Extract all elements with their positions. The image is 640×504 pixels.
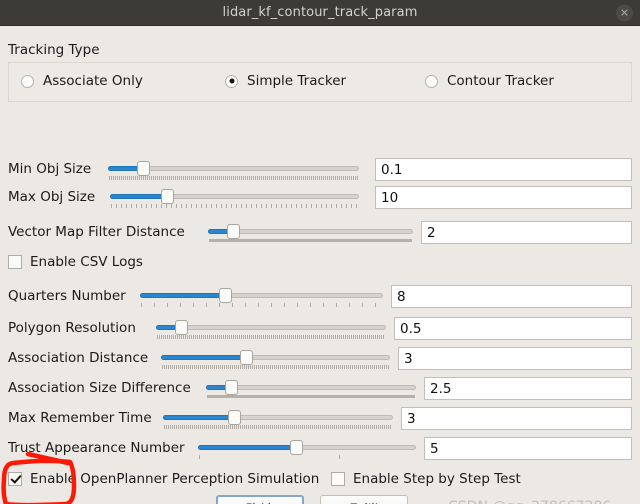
checkbox-icon	[8, 472, 22, 486]
slider-fill	[161, 355, 246, 360]
param-label: Max Remember Time	[8, 410, 152, 426]
slider-fill	[163, 415, 235, 420]
cancel-button[interactable]: 取消	[320, 495, 408, 504]
param-label: Trust Appearance Number	[8, 440, 185, 456]
param-slider[interactable]	[110, 185, 359, 209]
param-label: Association Size Difference	[8, 380, 191, 396]
param-row-polygon-resolution: Polygon Resolution 0.5	[8, 316, 632, 342]
param-value-field[interactable]: 3	[398, 347, 632, 370]
slider-ticks	[164, 425, 392, 429]
radio-label: Simple Tracker	[247, 73, 347, 89]
slider-handle[interactable]	[290, 440, 304, 455]
param-row-max-obj-size: Max Obj Size 10	[8, 185, 632, 211]
radio-icon	[225, 74, 238, 88]
radio-icon	[21, 74, 34, 88]
param-label: Association Distance	[8, 350, 149, 366]
slider-handle[interactable]	[239, 350, 253, 365]
slider-handle[interactable]	[226, 224, 240, 239]
tracking-type-group: Associate Only Simple Tracker Contour Tr…	[8, 62, 632, 102]
radio-simple-tracker[interactable]: Simple Tracker	[225, 73, 346, 89]
param-slider[interactable]	[163, 406, 393, 430]
slider-handle[interactable]	[161, 189, 175, 204]
slider-ticks	[209, 239, 412, 242]
confirm-button[interactable]: 确认	[216, 495, 304, 504]
close-icon[interactable]: ✕	[616, 4, 633, 21]
param-row-vector-map-filter-distance: Vector Map Filter Distance 2	[8, 220, 632, 246]
slider-ticks	[141, 303, 382, 307]
param-label: Vector Map Filter Distance	[8, 224, 185, 240]
param-label: Max Obj Size	[8, 189, 96, 205]
param-row-association-distance: Association Distance 3	[8, 346, 632, 372]
slider-handle[interactable]	[175, 320, 189, 335]
slider-fill	[140, 293, 226, 298]
param-row-max-remember-time: Max Remember Time 3	[8, 406, 632, 432]
slider-ticks	[162, 365, 389, 369]
param-value-field[interactable]: 0.1	[375, 158, 632, 181]
param-row-trust-appearance-number: Trust Appearance Number 5	[8, 436, 632, 462]
checkbox-enable-csv-logs[interactable]: Enable CSV Logs	[8, 254, 143, 270]
param-value-field[interactable]: 3	[401, 407, 632, 430]
param-slider[interactable]	[156, 316, 386, 340]
param-row-min-obj-size: Min Obj Size 0.1	[8, 157, 632, 183]
param-slider[interactable]	[161, 346, 390, 370]
radio-contour-tracker[interactable]: Contour Tracker	[425, 73, 554, 89]
param-row-quarters-number: Quarters Number 8	[8, 284, 632, 310]
slider-ticks	[111, 204, 358, 208]
watermark: CSDN @qq_278667286	[448, 499, 611, 504]
checkbox-enable-step-by-step-test[interactable]: Enable Step by Step Test	[331, 471, 521, 487]
slider-groove	[156, 325, 386, 330]
slider-ticks	[109, 176, 358, 180]
dialog-body: Tracking Type Associate Only Simple Trac…	[0, 26, 640, 504]
checkbox-label: Enable OpenPlanner Perception Simulation	[30, 471, 320, 487]
param-value-field[interactable]: 2.5	[424, 377, 632, 400]
slider-handle[interactable]	[225, 380, 239, 395]
checkbox-icon	[331, 472, 345, 486]
checkbox-enable-openplanner-perception-simulation[interactable]: Enable OpenPlanner Perception Simulation	[8, 471, 319, 487]
radio-associate-only[interactable]: Associate Only	[21, 73, 143, 89]
param-slider[interactable]	[208, 220, 413, 244]
param-label: Polygon Resolution	[8, 320, 136, 336]
param-value-field[interactable]: 2	[421, 221, 632, 244]
slider-fill	[198, 445, 297, 450]
param-value-field[interactable]: 0.5	[394, 317, 632, 340]
tracking-type-label: Tracking Type	[8, 42, 100, 58]
window-titlebar: lidar_kf_contour_track_param ✕	[0, 0, 640, 26]
param-slider[interactable]	[140, 284, 383, 308]
slider-fill	[110, 194, 168, 199]
checkbox-label: Enable CSV Logs	[30, 254, 143, 270]
checkbox-icon	[8, 255, 22, 269]
slider-handle[interactable]	[219, 288, 233, 303]
radio-label: Contour Tracker	[447, 73, 554, 89]
param-label: Quarters Number	[8, 288, 126, 304]
radio-label: Associate Only	[43, 73, 143, 89]
radio-icon	[425, 74, 438, 88]
param-slider[interactable]	[206, 376, 416, 400]
slider-handle[interactable]	[228, 410, 242, 425]
param-row-association-size-difference: Association Size Difference 2.5	[8, 376, 632, 402]
slider-handle[interactable]	[137, 161, 151, 176]
checkbox-label: Enable Step by Step Test	[353, 471, 521, 487]
param-slider[interactable]	[198, 436, 416, 460]
window-title: lidar_kf_contour_track_param	[222, 5, 418, 20]
param-value-field[interactable]: 10	[375, 186, 632, 209]
slider-ticks	[199, 455, 415, 459]
param-label: Min Obj Size	[8, 161, 92, 177]
param-value-field[interactable]: 8	[391, 285, 632, 308]
slider-ticks	[207, 395, 415, 398]
slider-ticks	[157, 335, 385, 339]
param-value-field[interactable]: 5	[424, 437, 632, 460]
param-slider[interactable]	[108, 157, 359, 181]
